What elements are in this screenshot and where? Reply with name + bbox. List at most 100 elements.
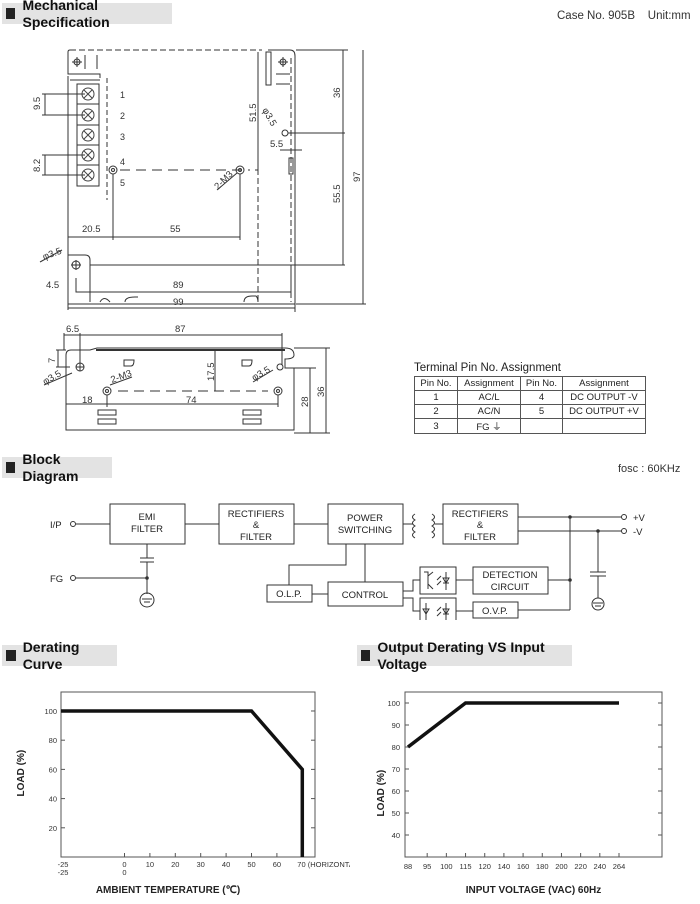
- svg-text:DETECTION: DETECTION: [483, 570, 538, 581]
- svg-text:+V: +V: [633, 513, 646, 524]
- derating-line: [61, 709, 305, 857]
- svg-text:87: 87: [175, 324, 186, 335]
- svg-text:CIRCUIT: CIRCUIT: [491, 582, 530, 593]
- svg-text:CONTROL: CONTROL: [342, 590, 388, 601]
- svg-text:99: 99: [173, 297, 184, 308]
- x-tick-label: -25: [58, 868, 69, 877]
- x-tick-label: 220: [574, 862, 587, 871]
- svg-text:POWER: POWER: [347, 513, 383, 524]
- svg-text:FILTER: FILTER: [240, 532, 272, 543]
- terminal-table: Pin No. Assignment Pin No. Assignment 1 …: [414, 376, 646, 434]
- svg-text:&: &: [477, 520, 484, 531]
- svg-text:RECTIFIERS: RECTIFIERS: [228, 509, 284, 520]
- plot-frame: [60, 691, 316, 858]
- output-derating-chart: 40 50 60 70 80 90 100 88 95 100 115 120 140 160 180 200…: [376, 691, 663, 896]
- svg-text:EMI: EMI: [139, 512, 156, 523]
- svg-text:9.5: 9.5: [32, 97, 43, 110]
- svg-text:2-M3: 2-M3: [109, 368, 133, 386]
- x-axis-label: AMBIENT TEMPERATURE (℃): [96, 885, 240, 896]
- svg-text:36: 36: [316, 386, 327, 397]
- svg-text:-V: -V: [633, 527, 643, 538]
- y-tick-label: 100: [44, 707, 57, 716]
- y-tick-label: 100: [387, 699, 400, 708]
- x-tick-label: 200: [555, 862, 568, 871]
- x-tick-label: 160: [517, 862, 530, 871]
- x-tick-label: 120: [478, 862, 491, 871]
- fosc-label: fosc : 60KHz: [618, 463, 681, 475]
- y-tick-label: 70: [392, 765, 400, 774]
- table-row: 3 FG ⏚: [414, 418, 646, 434]
- svg-text:5: 5: [120, 178, 125, 188]
- x-tick-label: 0: [122, 868, 126, 877]
- y-tick-label: 40: [49, 795, 57, 804]
- x-tick-label: 264: [613, 862, 626, 871]
- svg-text:28: 28: [300, 396, 311, 407]
- x-tick-label: 60: [273, 860, 281, 869]
- svg-text:97: 97: [352, 171, 363, 182]
- svg-text:74: 74: [186, 395, 197, 406]
- terminal-block: [76, 83, 100, 187]
- section-bullet-icon: [6, 8, 16, 19]
- svg-text:3: 3: [120, 132, 125, 142]
- terminal-table-title: Terminal Pin No. Assignment: [414, 362, 562, 374]
- y-tick-label: 80: [392, 743, 400, 752]
- svg-text:φ3.5: φ3.5: [41, 246, 63, 263]
- x-tick-label: 10: [146, 860, 154, 869]
- terminal-labels: 1 2 3 4 5: [120, 90, 125, 188]
- y-tick-label: 50: [392, 809, 400, 818]
- svg-text:55: 55: [170, 224, 181, 235]
- svg-text:&: &: [253, 520, 260, 531]
- block-labels: EMI FILTER RECTIFIERS & FILTER POWER SWI…: [131, 509, 538, 617]
- y-tick-label: 40: [392, 831, 400, 840]
- svg-text:I/P: I/P: [50, 520, 62, 531]
- plot-frame: [404, 691, 663, 858]
- svg-text:φ3.5: φ3.5: [41, 368, 63, 387]
- table-row: 2 AC/N 5 DC OUTPUT +V: [414, 404, 646, 419]
- case-number: Case No. 905B Unit:mm: [557, 10, 691, 22]
- section-title-mechanical: Mechanical Specification: [2, 0, 172, 30]
- svg-text:5.5: 5.5: [270, 139, 283, 150]
- section-bullet-icon: [6, 650, 16, 661]
- section-bullet-icon: [6, 462, 16, 473]
- x-tick-label: 100: [440, 862, 453, 871]
- svg-text:4: 4: [120, 157, 125, 167]
- table-row: 1 AC/L 4 DC OUTPUT -V: [414, 390, 646, 405]
- svg-text:FILTER: FILTER: [131, 524, 163, 535]
- svg-text:17.5: 17.5: [206, 363, 217, 382]
- svg-text:O.V.P.: O.V.P.: [482, 606, 508, 617]
- y-tick-label: 90: [392, 721, 400, 730]
- svg-text:55.5: 55.5: [332, 185, 343, 204]
- svg-text:RECTIFIERS: RECTIFIERS: [452, 509, 508, 520]
- y-tick-label: 20: [49, 824, 57, 833]
- svg-text:36: 36: [332, 87, 343, 98]
- svg-text:FG: FG: [50, 574, 63, 585]
- x-tick-label: 180: [536, 862, 549, 871]
- power-switching-block: [327, 503, 404, 545]
- svg-text:7: 7: [47, 358, 58, 363]
- svg-text:1: 1: [120, 90, 125, 100]
- svg-text:89: 89: [173, 280, 184, 291]
- svg-text:2-M3: 2-M3: [212, 169, 235, 192]
- svg-text:φ3.5: φ3.5: [250, 364, 272, 383]
- x-tick-label: 240: [594, 862, 607, 871]
- section-bullet-icon: [361, 650, 371, 661]
- y-axis-label: LOAD (%): [376, 770, 387, 817]
- svg-text:8.2: 8.2: [32, 159, 43, 172]
- y-tick-label: 60: [49, 765, 57, 774]
- derating-curve-chart: 20 40 60 80 100 -25 0 10 20 30 40 50 60 70 (HORIZONTA…: [16, 691, 350, 896]
- svg-text:SWITCHING: SWITCHING: [338, 525, 392, 536]
- x-axis-label: INPUT VOLTAGE (VAC) 60Hz: [466, 885, 602, 896]
- y-tick-label: 80: [49, 736, 57, 745]
- mechanical-side-view: 6.5 87 7 φ3.5 17.5 2-M3 φ3.5 18 74 28 36: [41, 324, 330, 434]
- y-tick-label: 60: [392, 787, 400, 796]
- table-header-row: Pin No. Assignment Pin No. Assignment: [414, 376, 646, 391]
- section-title-derating-curve: Derating Curve: [2, 639, 117, 672]
- top-view-dimensions: 9.5 8.2 20.5 55 51.5 φ3.5 5.5 36 55.5 97…: [32, 87, 363, 308]
- x-tick-label: 50: [247, 860, 255, 869]
- x-tick-label: 115: [460, 862, 472, 871]
- x-tick-label: 20: [171, 860, 179, 869]
- svg-text:φ3.5: φ3.5: [259, 106, 278, 128]
- x-tick-label: 70 (HORIZONTAL): [297, 860, 350, 869]
- svg-text:6.5: 6.5: [66, 324, 79, 335]
- section-title-output-derating: Output Derating VS Input Voltage: [357, 639, 572, 672]
